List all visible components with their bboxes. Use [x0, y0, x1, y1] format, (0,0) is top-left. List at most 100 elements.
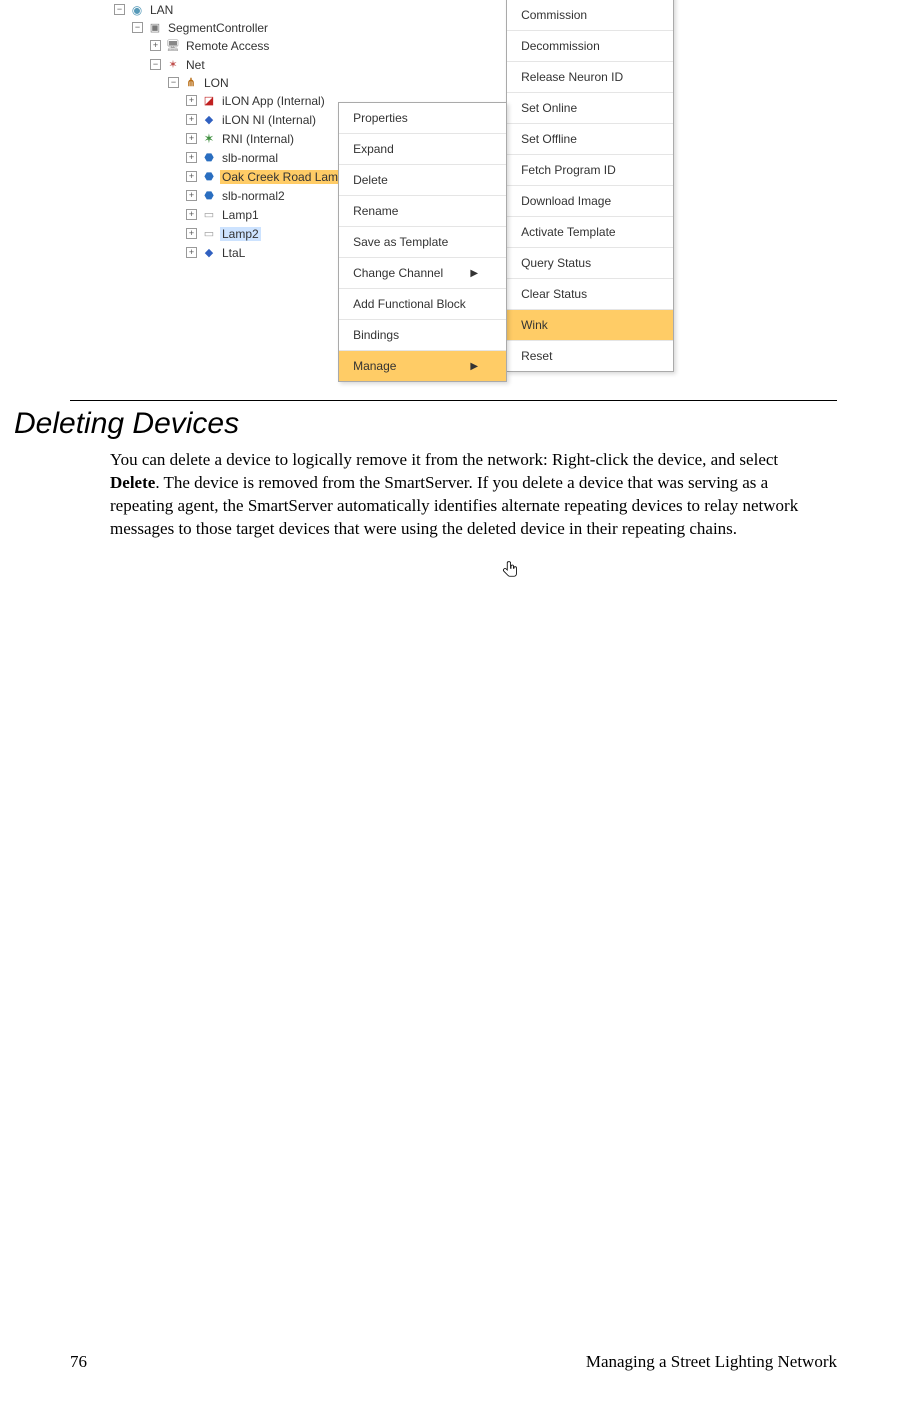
device-icon [201, 150, 217, 166]
device-icon [201, 226, 217, 242]
menu-item-label: Activate Template [521, 225, 616, 239]
menu-item-label: Delete [353, 173, 388, 187]
menu-item[interactable]: Manage ▶ [339, 351, 506, 381]
menu-item-label: Wink [521, 318, 548, 332]
expander-icon[interactable]: + [186, 152, 197, 163]
device-icon [201, 245, 217, 261]
expander-icon[interactable]: + [150, 40, 161, 51]
menu-item-label: Query Status [521, 256, 591, 270]
expander-icon[interactable]: + [186, 171, 197, 182]
expander-icon[interactable]: − [114, 4, 125, 15]
expander-icon[interactable]: − [132, 22, 143, 33]
menu-item[interactable]: Add Functional Block [339, 289, 506, 320]
menu-item[interactable]: Set Online [507, 93, 673, 124]
menu-item-label: Add Functional Block [353, 297, 466, 311]
tree-label: LON [202, 76, 231, 90]
menu-item[interactable]: Commission [507, 0, 673, 31]
menu-item-label: Release Neuron ID [521, 70, 623, 84]
tree-label: Remote Access [184, 39, 271, 53]
text: You can delete a device to logically rem… [110, 450, 778, 469]
menu-item[interactable]: Rename [339, 196, 506, 227]
expander-icon[interactable]: + [186, 190, 197, 201]
tree-label: slb-normal [220, 151, 280, 165]
bold-text: Delete [110, 473, 155, 492]
tree-label: iLON App (Internal) [220, 94, 327, 108]
menu-item-label: Download Image [521, 194, 611, 208]
tree-node-lon[interactable]: − LON [168, 74, 372, 91]
menu-item[interactable]: Set Offline [507, 124, 673, 155]
tree-node-net[interactable]: − Net [150, 56, 372, 73]
menu-item-label: Manage [353, 359, 396, 373]
expander-icon[interactable]: − [150, 59, 161, 70]
menu-item-label: Save as Template [353, 235, 448, 249]
device-icon [201, 131, 217, 147]
menu-item-label: Properties [353, 111, 408, 125]
menu-item[interactable]: Clear Status [507, 279, 673, 310]
menu-item[interactable]: Wink [507, 310, 673, 341]
text: . The device is removed from the SmartSe… [110, 473, 798, 538]
controller-icon [147, 20, 163, 36]
device-icon [201, 169, 217, 185]
expander-icon[interactable]: + [186, 95, 197, 106]
device-icon [201, 207, 217, 223]
menu-item-label: Rename [353, 204, 398, 218]
tree-label: SegmentController [166, 21, 270, 35]
menu-item[interactable]: Reset [507, 341, 673, 371]
menu-item-label: Expand [353, 142, 394, 156]
expander-icon[interactable]: + [186, 114, 197, 125]
device-icon [201, 188, 217, 204]
page-footer: 76 Managing a Street Lighting Network [70, 1352, 837, 1372]
menu-item[interactable]: Properties [339, 103, 506, 134]
device-icon [201, 112, 217, 128]
menu-item[interactable]: Save as Template [339, 227, 506, 258]
tree-node-remote-access[interactable]: + Remote Access [150, 37, 372, 54]
menu-item[interactable]: Release Neuron ID [507, 62, 673, 93]
device-tree[interactable]: − LAN − SegmentController [110, 0, 372, 266]
context-menu[interactable]: Properties Expand Delete Rename Save as Temp… [338, 102, 507, 382]
expander-icon[interactable]: + [186, 133, 197, 144]
screenshot-figure: − LAN − SegmentController [110, 0, 837, 382]
menu-item[interactable]: Download Image [507, 186, 673, 217]
monitor-icon [165, 38, 181, 54]
network-icon [129, 2, 145, 18]
tree-label: iLON NI (Internal) [220, 113, 318, 127]
menu-item[interactable]: Activate Template [507, 217, 673, 248]
expander-icon[interactable]: + [186, 247, 197, 258]
tree-node-segment[interactable]: − SegmentController [132, 19, 372, 36]
menu-item-label: Clear Status [521, 287, 587, 301]
section-heading: Deleting Devices [14, 407, 837, 441]
menu-item-label: Reset [521, 349, 552, 363]
submenu-arrow-icon: ▶ [470, 361, 478, 372]
tree-label: Lamp1 [220, 208, 261, 222]
menu-item-label: Fetch Program ID [521, 163, 616, 177]
menu-item-label: Set Offline [521, 132, 577, 146]
menu-item[interactable]: Expand [339, 134, 506, 165]
menu-item[interactable]: Query Status [507, 248, 673, 279]
menu-item-label: Decommission [521, 39, 600, 53]
submenu-arrow-icon: ▶ [470, 268, 478, 279]
tree-label: RNI (Internal) [220, 132, 296, 146]
hand-cursor-icon [501, 560, 521, 580]
context-submenu-manage[interactable]: ReplaceCommissionDecommissionRelease Neu… [506, 0, 674, 372]
device-icon [201, 93, 217, 109]
expander-icon[interactable]: − [168, 77, 179, 88]
menu-item[interactable]: Fetch Program ID [507, 155, 673, 186]
section-paragraph: You can delete a device to logically rem… [110, 449, 800, 541]
tree-label: slb-normal2 [220, 189, 287, 203]
expander-icon[interactable]: + [186, 228, 197, 239]
menu-item[interactable]: Decommission [507, 31, 673, 62]
menu-item-label: Commission [521, 8, 587, 22]
menu-item[interactable]: Bindings [339, 320, 506, 351]
section-rule [70, 400, 837, 401]
menu-item[interactable]: Change Channel▶ [339, 258, 506, 289]
tree-label: Net [184, 58, 207, 72]
expander-icon[interactable]: + [186, 209, 197, 220]
tree-label: Lamp2 [220, 227, 261, 241]
net-icon [165, 57, 181, 73]
lon-icon [183, 75, 199, 91]
tree-node-lan[interactable]: − LAN [114, 1, 372, 18]
footer-title: Managing a Street Lighting Network [586, 1352, 837, 1372]
tree-label: LtaL [220, 246, 247, 260]
menu-item[interactable]: Delete [339, 165, 506, 196]
page-number: 76 [70, 1352, 87, 1372]
